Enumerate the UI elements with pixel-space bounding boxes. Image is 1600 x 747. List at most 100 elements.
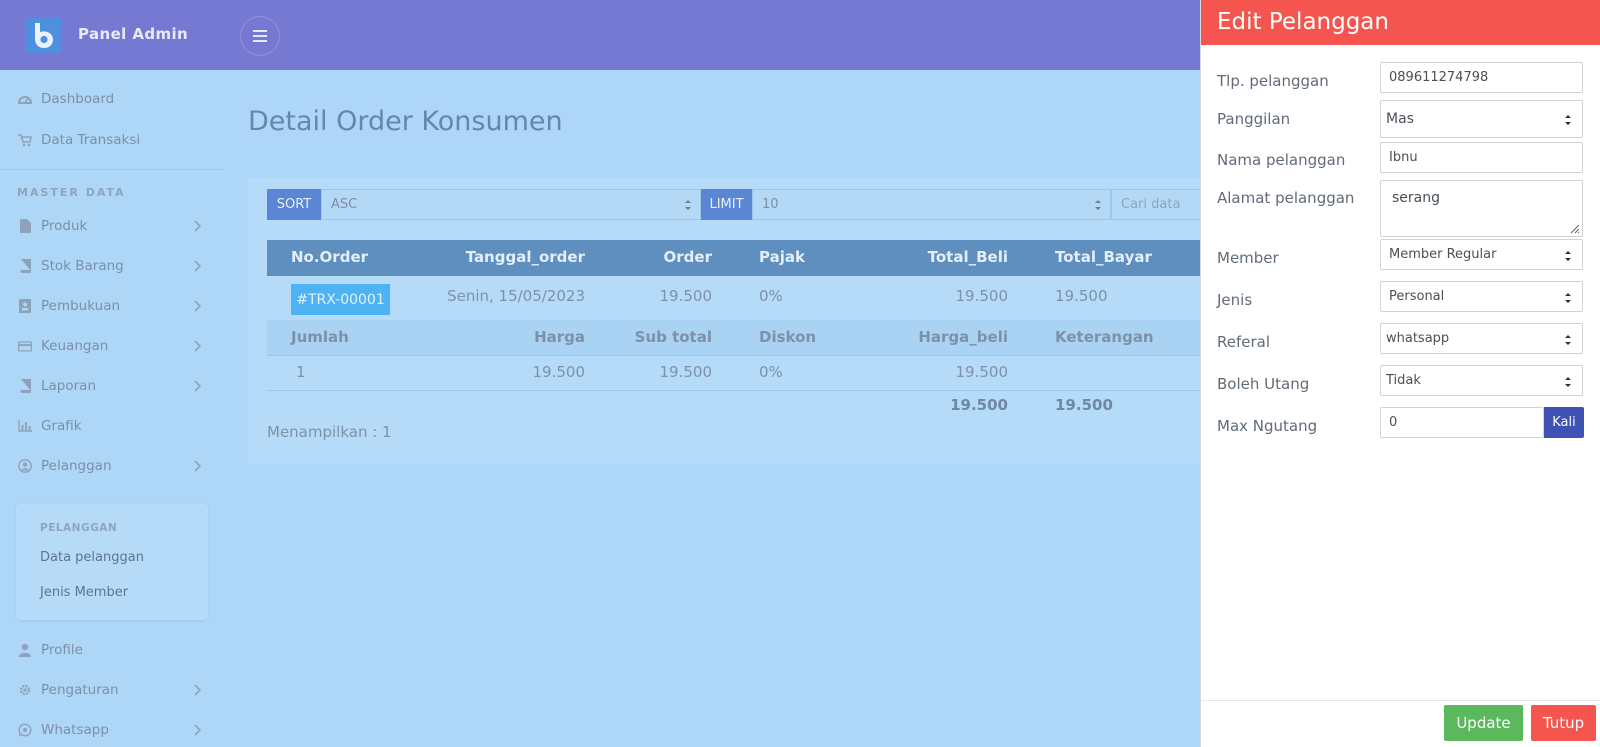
main-content: Detail Order Konsumen SORT ASC LIMIT 10 … [224, 70, 1208, 747]
sidebar-item-pengaturan[interactable]: Pengaturan [0, 677, 224, 703]
select-arrows-icon [1565, 377, 1571, 387]
detail-column-header: Keterangan [1055, 328, 1154, 346]
detail-column-header: Jumlah [291, 328, 349, 346]
nama-input[interactable]: Ibnu [1380, 142, 1583, 173]
logo-icon[interactable] [25, 17, 61, 53]
sidebar-item-label: Pembukuan [41, 298, 121, 314]
column-header: Total_Beli [927, 248, 1008, 266]
jenis-select[interactable]: Personal [1380, 281, 1583, 312]
sidebar-item-stok-barang[interactable]: Stok Barang [0, 253, 224, 279]
detail-cell: 19.500 [659, 363, 713, 381]
sidebar-item-laporan[interactable]: Laporan [0, 373, 224, 399]
column-header: Order [663, 248, 712, 266]
total-bayar: 19.500 [1055, 396, 1113, 414]
field-label: Referal [1217, 333, 1271, 351]
sidebar-item-label: Dashboard [41, 91, 115, 107]
panggilan-select[interactable]: Mas [1380, 100, 1583, 138]
select-value: whatsapp [1386, 331, 1450, 346]
select-value: Tidak [1386, 373, 1421, 388]
field-label: Nama pelanggan [1217, 151, 1346, 169]
sidebar-item-label: Whatsapp [41, 722, 109, 738]
order-number-badge[interactable]: #TRX-00001 [291, 284, 390, 315]
detail-column-header: Harga_beli [918, 328, 1008, 346]
user-circle-icon [18, 459, 32, 473]
sidebar-item-grafik[interactable]: Grafik [0, 413, 224, 439]
select-arrows-icon [685, 200, 691, 210]
dashboard-icon [18, 92, 32, 106]
sidebar-item-profile[interactable]: Profile [0, 637, 224, 663]
sidebar-item-label: Stok Barang [41, 258, 124, 274]
submenu-item-jenis-member[interactable]: Jenis Member [40, 585, 128, 600]
select-arrows-icon [1565, 335, 1571, 345]
update-button[interactable]: Update [1444, 705, 1523, 741]
referal-select[interactable]: whatsapp [1380, 323, 1583, 354]
cart-icon [18, 133, 32, 147]
select-arrows-icon [1565, 251, 1571, 261]
contact-book-icon [18, 299, 32, 313]
table-cell: 19.500 [1055, 287, 1108, 305]
sidebar-item-whatsapp[interactable]: Whatsapp [0, 717, 224, 743]
sidebar-item-pembukuan[interactable]: Pembukuan [0, 293, 224, 319]
sort-label: SORT [267, 189, 321, 220]
limit-label: LIMIT [701, 189, 752, 220]
chevron-right-icon [194, 724, 202, 736]
table-cell: 0% [759, 287, 783, 305]
sidebar-item-label: Pelanggan [41, 458, 112, 474]
column-header: Total_Bayar [1055, 248, 1152, 266]
select-value: Member Regular [1389, 247, 1497, 262]
sidebar-item-label: Grafik [41, 418, 82, 434]
sidebar-item-label: Laporan [41, 378, 97, 394]
textarea-value: serang [1392, 190, 1441, 206]
detail-cell: 0% [759, 363, 783, 381]
edit-pelanggan-panel: Edit Pelanggan Tlp. pelanggan 0896112747… [1200, 0, 1600, 747]
credit-card-icon [18, 339, 32, 353]
sidebar-item-label: Produk [41, 218, 88, 234]
logo-mark [35, 23, 53, 48]
phone-input[interactable]: 089611274798 [1380, 62, 1583, 93]
user-icon [18, 643, 32, 657]
chevron-right-icon [194, 340, 202, 352]
brand-name: Panel Admin [78, 25, 189, 43]
panel-title: Edit Pelanggan [1217, 9, 1389, 35]
search-placeholder: Cari data [1121, 197, 1181, 212]
sidebar-item-data-transaksi[interactable]: Data Transaksi [0, 127, 224, 153]
panel-footer-divider [1201, 700, 1600, 701]
gear-icon [18, 683, 32, 697]
sidebar: Dashboard Data Transaksi MASTER DATA Pro… [0, 70, 224, 747]
select-arrows-icon [1095, 200, 1101, 210]
column-header: No.Order [291, 248, 369, 266]
submenu-heading: PELANGGAN [40, 522, 118, 534]
detail-column-header: Harga [534, 328, 585, 346]
member-select[interactable]: Member Regular [1380, 239, 1583, 270]
chevron-right-icon [194, 380, 202, 392]
chevron-right-icon [194, 220, 202, 232]
select-value: Personal [1389, 289, 1445, 304]
field-label: Alamat pelanggan [1217, 189, 1355, 207]
detail-cell: 19.500 [532, 363, 586, 381]
row-count-text: Menampilkan : 1 [267, 423, 392, 441]
sidebar-item-produk[interactable]: Produk [0, 213, 224, 239]
sidebar-item-pelanggan[interactable]: Pelanggan [0, 453, 224, 479]
chevron-right-icon [194, 684, 202, 696]
column-header: Tanggal_order [465, 248, 585, 266]
field-label: Panggilan [1217, 110, 1291, 128]
sidebar-item-label: Data Transaksi [41, 132, 141, 148]
sidebar-item-dashboard[interactable]: Dashboard [0, 86, 224, 112]
submenu-item-data-pelanggan[interactable]: Data pelanggan [40, 550, 144, 565]
sort-select[interactable]: ASC [321, 189, 701, 220]
sort-value: ASC [331, 197, 358, 212]
tutup-button[interactable]: Tutup [1531, 705, 1596, 741]
select-arrows-icon [1565, 293, 1571, 303]
chevron-right-icon [194, 260, 202, 272]
search-input[interactable]: Cari data [1111, 189, 1208, 220]
select-value: Mas [1386, 111, 1414, 127]
menu-toggle-button[interactable] [240, 16, 280, 56]
chevron-right-icon [194, 460, 202, 472]
boleh-utang-select[interactable]: Tidak [1380, 365, 1583, 396]
field-label: Jenis [1217, 291, 1253, 309]
resize-grip-icon[interactable] [1570, 224, 1580, 234]
alamat-textarea[interactable]: serang [1380, 180, 1583, 237]
sidebar-item-keuangan[interactable]: Keuangan [0, 333, 224, 359]
max-ngutang-input[interactable]: 0 [1380, 407, 1544, 438]
limit-select[interactable]: 10 [752, 189, 1111, 220]
